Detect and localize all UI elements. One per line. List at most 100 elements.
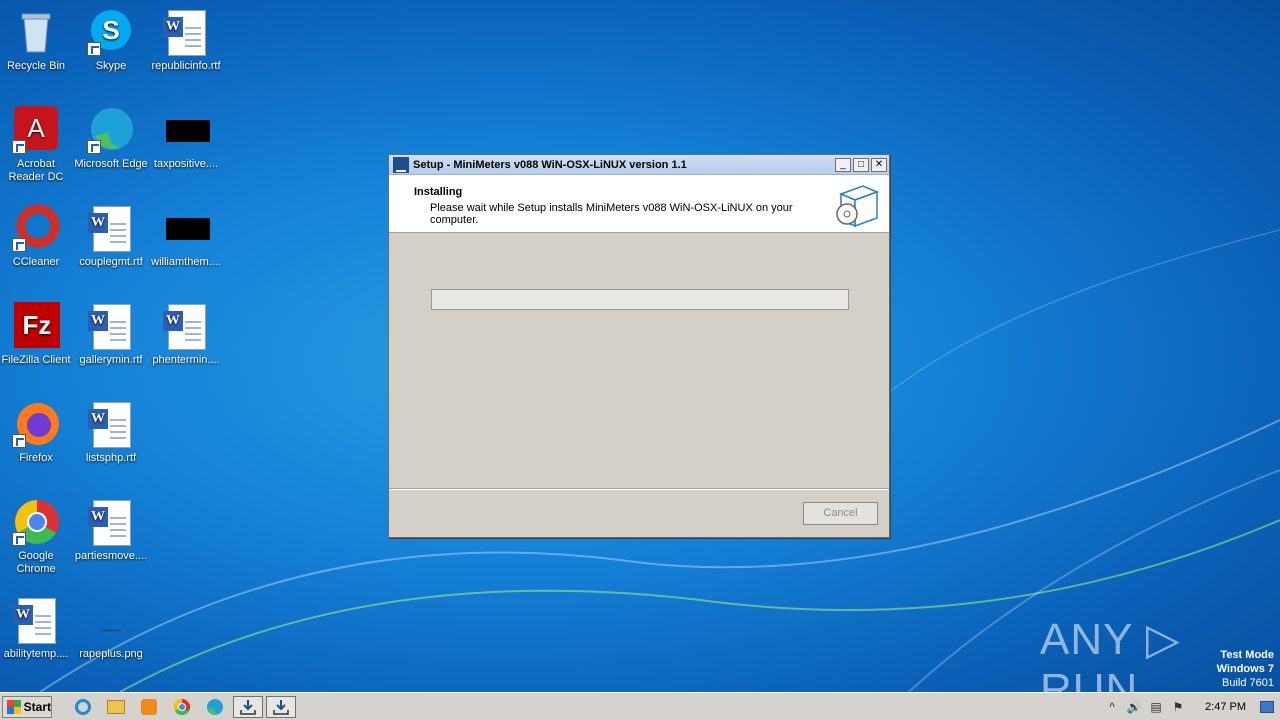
desktop-icon-listsphp[interactable]: W listsphp.rtf [73,400,149,465]
dialog-titlebar[interactable]: Setup - MiniMeters v088 WiN-OSX-LiNUX ve… [389,155,889,175]
desktop-icon-skype[interactable]: S Skype [73,8,149,73]
desktop-icon-chrome[interactable]: Google Chrome [0,498,74,576]
word-document-icon: W [162,302,210,350]
acrobat-icon: A [12,106,60,154]
taskbar-ie-button[interactable] [68,696,98,718]
install-progress-bar [431,289,849,310]
shortcut-arrow-icon [12,140,26,154]
image-file-icon [87,596,135,644]
taskbar-installer-button-2[interactable] [266,695,296,718]
taskbar-edge-button[interactable] [200,696,230,718]
shortcut-arrow-icon [12,434,26,448]
cancel-button[interactable]: Cancel [803,502,878,525]
icon-label: Google Chrome [16,550,56,575]
close-button[interactable]: ✕ [871,157,887,172]
desktop-icon-filezilla[interactable]: Fz FileZilla Client [0,302,74,367]
edge-icon [87,106,135,154]
desktop-icon-recycle-bin[interactable]: Recycle Bin [0,8,74,73]
desktop-icon-acrobat[interactable]: A Acrobat Reader DC [0,106,74,184]
skype-icon: S [87,8,135,56]
minimize-button[interactable]: _ [835,157,851,172]
desktop-icon-taxpositive[interactable]: taxpositive.... [148,106,224,171]
redacted-file-icon [162,204,210,252]
icon-label: Skype [95,60,127,72]
shortcut-arrow-icon [87,42,101,56]
icon-label: CCleaner [12,256,60,268]
installer-icon [240,699,256,715]
icon-label: Acrobat Reader DC [8,158,64,183]
wizard-header: Installing Please wait while Setup insta… [389,175,889,233]
network-icon[interactable]: ▤ [1147,699,1165,715]
clock[interactable]: 2:47 PM [1205,701,1246,713]
word-document-icon: W [87,302,135,350]
redacted-file-icon [162,106,210,154]
chrome-icon [173,698,190,715]
icon-label: gallerymin.rtf [79,354,143,366]
recycle-bin-icon [12,8,60,56]
icon-label: republicinfo.rtf [151,60,221,72]
desktop-icon-republicinfo[interactable]: W republicinfo.rtf [148,8,224,73]
test-mode-line: Test Mode [1220,649,1274,661]
dialog-title: Setup - MiniMeters v088 WiN-OSX-LiNUX ve… [413,158,687,171]
taskbar-explorer-button[interactable] [101,696,131,718]
page-heading: Installing [414,186,463,198]
test-mode-notice: Test Mode Windows 7 Build 7601 [1217,648,1274,690]
icon-label: couplegmt.rtf [79,256,143,268]
start-label: Start [23,699,51,714]
icon-label: rapeplus.png [79,648,143,660]
windows-logo-icon [7,699,21,714]
desktop-icon-gallerymin[interactable]: W gallerymin.rtf [73,302,149,367]
explorer-icon [107,699,125,714]
icon-label: taxpositive.... [153,158,219,170]
shortcut-arrow-icon [12,532,26,546]
taskbar: Start ^ 🔊 ▤ ⚑ 2:47 PM [0,692,1280,720]
os-name-line: Windows 7 [1216,663,1274,675]
show-desktop-button[interactable] [1260,701,1274,713]
desktop-icon-ccleaner[interactable]: CCleaner [0,204,74,269]
taskbar-chrome-button[interactable] [167,696,197,718]
icon-label: listsphp.rtf [85,452,137,464]
desktop-icon-partiesmove[interactable]: W partiesmove.... [73,498,149,563]
page-subtext: Please wait while Setup installs MiniMet… [430,202,793,226]
icon-label: Firefox [19,452,53,464]
desktop-icon-firefox[interactable]: Firefox [0,400,74,465]
taskbar-installer-button[interactable] [233,695,263,718]
action-center-flag-icon[interactable]: ⚑ [1169,699,1187,715]
word-document-icon: W [162,8,210,56]
setup-dialog: Setup - MiniMeters v088 WiN-OSX-LiNUX ve… [388,154,890,538]
maximize-button[interactable]: □ [853,157,869,172]
desktop-icon-couplegmt[interactable]: W couplegmt.rtf [73,204,149,269]
word-document-icon: W [87,204,135,252]
ie-icon [75,698,91,715]
taskbar-media-player-button[interactable] [134,696,164,718]
desktop-icon-williamthem[interactable]: williamthem.... [148,204,224,269]
icon-label: Microsoft Edge [74,158,148,170]
installer-icon [273,699,289,715]
filezilla-icon: Fz [12,302,60,350]
desktop-icon-rapeplus[interactable]: rapeplus.png [73,596,149,661]
icon-label: partiesmove.... [74,550,148,562]
desktop-icon-edge[interactable]: Microsoft Edge [73,106,149,171]
firefox-icon [12,400,60,448]
shortcut-arrow-icon [12,238,26,252]
divider [389,488,889,490]
word-document-icon: W [87,498,135,546]
edge-icon [207,698,223,715]
ccleaner-icon [12,204,60,252]
desktop-icon-abilitytemp[interactable]: W abilitytemp.... [0,596,74,661]
icon-label: phentermin.... [152,354,220,366]
system-tray: ^ 🔊 ▤ ⚑ 2:47 PM [1099,693,1280,720]
icon-label: williamthem.... [151,256,221,268]
start-button[interactable]: Start [2,695,52,718]
show-hidden-icons-button[interactable]: ^ [1103,699,1121,715]
installer-icon [393,156,409,173]
icon-label: abilitytemp.... [3,648,69,660]
chrome-icon [12,498,60,546]
desktop-icon-phentermin[interactable]: W phentermin.... [148,302,224,367]
word-document-icon: W [12,596,60,644]
media-player-icon [141,698,157,715]
icon-label: Recycle Bin [6,60,66,72]
volume-icon[interactable]: 🔊 [1125,699,1143,715]
icon-label: FileZilla Client [1,354,71,366]
package-box-icon [833,180,880,228]
